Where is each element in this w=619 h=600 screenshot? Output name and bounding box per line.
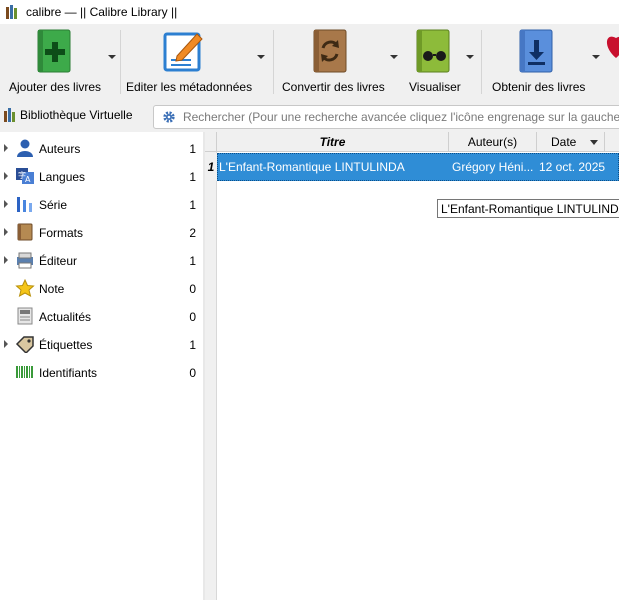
donate-heart-icon[interactable]	[606, 30, 619, 60]
column-header-authors[interactable]: Auteur(s)	[449, 132, 537, 152]
search-input[interactable]: Rechercher (Pour une recherche avancée c…	[153, 105, 619, 129]
tag-browser-item-count: 1	[189, 198, 196, 212]
tag-browser-item-count: 1	[189, 254, 196, 268]
virtual-library-icon	[4, 108, 16, 122]
tag-browser-item-publisher[interactable]: Éditeur 1	[0, 246, 203, 274]
edit-metadata-label: Editer les métadonnées	[126, 80, 253, 94]
sort-arrow-icon	[590, 140, 598, 145]
get-books-button[interactable]: Obtenir des livres	[482, 24, 600, 100]
tag-browser-item-rating[interactable]: Note 0	[0, 274, 203, 302]
tag-browser-item-news[interactable]: Actualités 0	[0, 302, 203, 330]
column-header-title[interactable]: Titre	[217, 132, 449, 152]
convert-books-dropdown-icon[interactable]	[390, 55, 398, 59]
series-icon	[17, 197, 32, 212]
tag-browser-item-label: Formats	[39, 226, 84, 240]
expand-arrow-icon[interactable]	[4, 200, 8, 208]
tag-browser-item-tags[interactable]: Étiquettes 1	[0, 330, 203, 358]
view-dropdown-icon[interactable]	[466, 55, 474, 59]
tag-browser-item-count: 0	[189, 310, 196, 324]
cell-title[interactable]: L'Enfant-Romantique LINTULINDA	[219, 153, 449, 181]
tag-browser: Auteurs 1 字 A Langues 1 Série 1 Formats …	[0, 132, 203, 600]
expand-arrow-icon[interactable]	[4, 172, 8, 180]
title-tooltip: L'Enfant-Romantique LINTULINDA	[437, 199, 619, 218]
get-books-dropdown-icon[interactable]	[592, 55, 600, 59]
rating-star-icon	[15, 279, 35, 297]
title-bar: calibre — || Calibre Library ||	[0, 0, 619, 24]
window-title: calibre — || Calibre Library ||	[26, 5, 178, 19]
calibre-app-icon	[6, 5, 20, 19]
cell-date[interactable]: 12 oct. 2025	[539, 153, 619, 181]
tag-browser-item-count: 0	[189, 282, 196, 296]
publisher-icon	[17, 252, 33, 269]
identifiers-barcode-icon	[16, 366, 33, 378]
column-header-date[interactable]: Date	[537, 132, 605, 152]
tag-browser-item-label: Actualités	[39, 310, 92, 324]
tags-icon	[15, 336, 34, 353]
row-number: 1	[205, 153, 217, 181]
search-bar-row: Bibliothèque Virtuelle Rechercher (Pour …	[0, 100, 619, 132]
edit-metadata-icon	[163, 32, 203, 72]
row-number-gutter	[205, 152, 217, 600]
expand-arrow-icon[interactable]	[4, 256, 8, 264]
search-placeholder: Rechercher (Pour une recherche avancée c…	[182, 110, 619, 124]
view-book-icon	[416, 29, 450, 73]
tag-browser-item-label: Éditeur	[39, 254, 78, 268]
expand-arrow-icon[interactable]	[4, 340, 8, 348]
edit-metadata-dropdown-icon[interactable]	[257, 55, 265, 59]
tag-browser-item-formats[interactable]: Formats 2	[0, 218, 203, 246]
cell-authors[interactable]: Grégory Héni...	[452, 153, 536, 181]
tag-browser-item-languages[interactable]: 字 A Langues 1	[0, 162, 203, 190]
expand-arrow-icon[interactable]	[4, 144, 8, 152]
news-icon	[17, 307, 33, 325]
tag-browser-item-label: Auteurs	[39, 142, 81, 156]
get-books-label: Obtenir des livres	[492, 80, 586, 94]
tag-browser-item-identifiers[interactable]: Identifiants 0	[0, 358, 203, 386]
tag-browser-item-label: Série	[39, 198, 68, 212]
convert-books-button[interactable]: Convertir des livres	[274, 24, 402, 100]
table-row[interactable]: 1 L'Enfant-Romantique LINTULINDA Grégory…	[205, 153, 619, 181]
virtual-library-button[interactable]: Bibliothèque Virtuelle	[4, 108, 133, 122]
main-toolbar: Ajouter des livres Editer les métadonnée…	[0, 24, 619, 100]
convert-book-icon	[313, 29, 347, 73]
gear-icon[interactable]	[162, 110, 176, 124]
view-button[interactable]: Visualiser	[402, 24, 478, 100]
languages-icon: 字 A	[16, 168, 34, 184]
authors-icon	[17, 139, 33, 157]
tag-browser-item-label: Étiquettes	[39, 338, 93, 352]
tag-browser-item-count: 1	[189, 142, 196, 156]
add-books-label: Ajouter des livres	[9, 80, 102, 94]
tag-browser-item-count: 1	[189, 338, 196, 352]
tag-browser-item-label: Identifiants	[39, 366, 98, 380]
tag-browser-item-authors[interactable]: Auteurs 1	[0, 134, 203, 162]
formats-icon	[17, 223, 33, 241]
convert-books-label: Convertir des livres	[282, 80, 385, 94]
header-corner	[205, 132, 217, 152]
tag-browser-item-label: Note	[39, 282, 65, 296]
book-list-header: Titre Auteur(s) Date	[205, 132, 619, 152]
column-header-date-label: Date	[551, 135, 577, 149]
virtual-library-label: Bibliothèque Virtuelle	[20, 108, 133, 122]
tag-browser-item-count: 0	[189, 366, 196, 380]
add-books-button[interactable]: Ajouter des livres	[0, 24, 120, 100]
add-book-icon	[37, 29, 71, 73]
add-books-dropdown-icon[interactable]	[108, 55, 116, 59]
edit-metadata-button[interactable]: Editer les métadonnées	[121, 24, 269, 100]
svg-text:A: A	[25, 175, 31, 184]
tag-browser-item-count: 2	[189, 226, 196, 240]
tag-browser-item-count: 1	[189, 170, 196, 184]
get-books-icon	[519, 29, 553, 73]
view-label: Visualiser	[409, 80, 461, 94]
tag-browser-item-label: Langues	[39, 170, 86, 184]
tag-browser-item-series[interactable]: Série 1	[0, 190, 203, 218]
expand-arrow-icon[interactable]	[4, 228, 8, 236]
